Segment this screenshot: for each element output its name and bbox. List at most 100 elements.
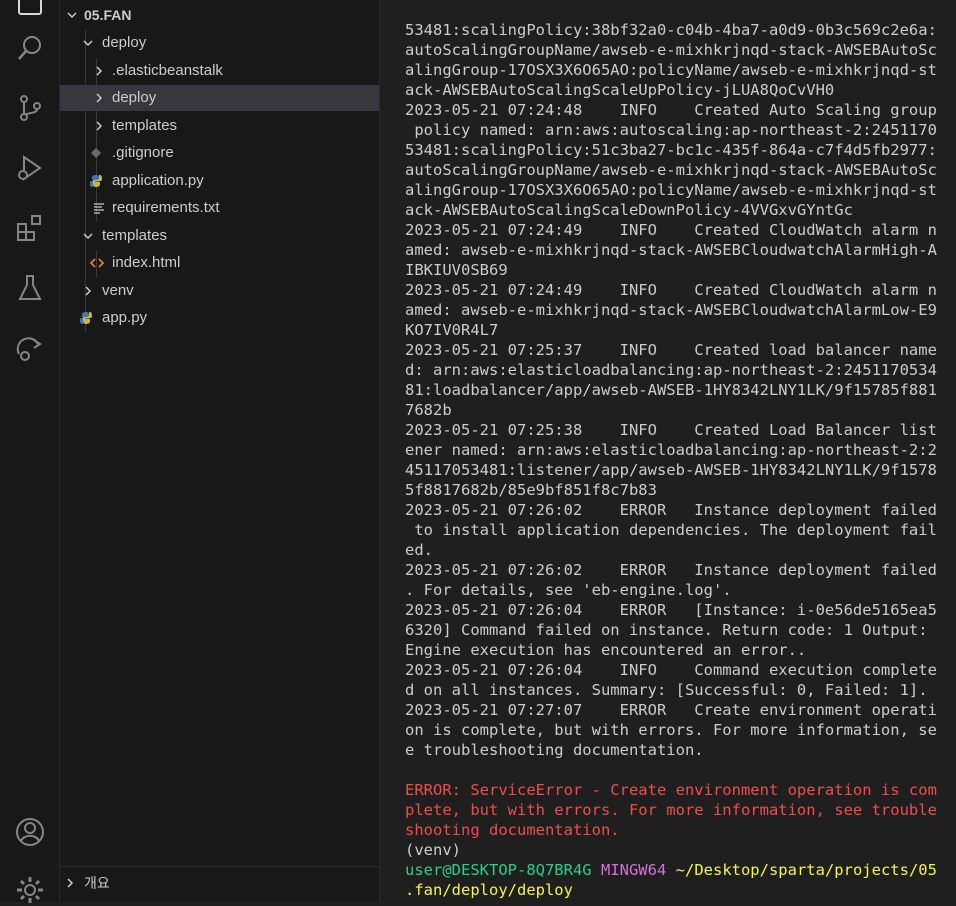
terminal-line: ack-AWSEBAutoScalingScaleUpPolicy-jLUA8Q… (405, 81, 835, 99)
terminal-line: on is complete, but with errors. For mor… (405, 721, 937, 739)
chevron-right-icon (91, 113, 107, 139)
terminal-prompt-continued: .fan/deploy/deploy (405, 880, 937, 900)
tree-item-label: app.py (102, 309, 148, 326)
terminal-error-line: shooting documentation. (405, 821, 620, 839)
terminal-line: 2023-05-21 07:26:04 INFO Command executi… (405, 661, 937, 679)
terminal-prompt: user@DESKTOP-8Q7BR4G MINGW64 ~/Desktop/s… (405, 860, 937, 880)
terminal-line: 2023-05-21 07:25:38 INFO Created Load Ba… (405, 421, 937, 439)
terminal-line: IBKIUV0SB69 (405, 261, 508, 279)
terminal-line: 6320] Command failed on instance. Return… (405, 621, 928, 639)
tree-item-label: 05.FAN (84, 7, 132, 23)
tree-item-label: deploy (102, 34, 147, 51)
text-file-icon (91, 195, 107, 221)
terminal-line: amed: awseb-e-mixhkrjnqd-stack-AWSEBClou… (405, 241, 937, 259)
terminal-line: 53481:scalingPolicy:51c3ba27-bc1c-435f-8… (405, 141, 937, 159)
terminal-line: 2023-05-21 07:24:49 INFO Created CloudWa… (405, 281, 937, 299)
terminal-line: 2023-05-21 07:26:02 ERROR Instance deplo… (405, 561, 937, 579)
terminal-line: e troubleshooting documentation. (405, 741, 704, 759)
workspace-root-folder[interactable]: 05.FAN (60, 2, 379, 28)
accounts-icon[interactable] (14, 816, 46, 848)
terminal-line: 53481:scalingPolicy:38bf32a0-c04b-4ba7-a… (405, 21, 937, 39)
prompt-path-continued: .fan/deploy/deploy (405, 881, 573, 899)
terminal-line: to install application dependencies. The… (405, 521, 937, 539)
tree-folder-deploy-nested[interactable]: deploy (60, 85, 379, 111)
terminal-line: d: arn:aws:elasticloadbalancing:ap-north… (405, 361, 937, 379)
prompt-system: MINGW64 (600, 861, 667, 879)
tree-item-label: .gitignore (112, 144, 174, 161)
tree-folder-templates-root[interactable]: templates (60, 223, 379, 249)
terminal-line: 2023-05-21 07:26:02 ERROR Instance deplo… (405, 501, 937, 519)
terminal-line: alingGroup-17OSX3X6O65AO:policyName/awse… (405, 181, 937, 199)
chevron-right-icon (91, 58, 107, 84)
terminal-line: policy named: arn:aws:autoscaling:ap-nor… (405, 121, 937, 139)
terminal-output: 53481:scalingPolicy:38bf32a0-c04b-4ba7-a… (405, 20, 937, 900)
prompt-user-host: user@DESKTOP-8Q7BR4G (405, 861, 592, 879)
prompt-path: ~/Desktop/sparta/projects/05 (675, 861, 937, 879)
outline-label: 개요 (84, 875, 110, 891)
tree-item-label: application.py (112, 172, 204, 189)
terminal-line: . For details, see 'eb-engine.log'. (405, 581, 732, 599)
terminal-error-line: ERROR: ServiceError - Create environment… (405, 781, 937, 799)
chevron-down-icon (80, 30, 96, 56)
python-file-icon (88, 168, 104, 194)
search-icon[interactable] (14, 32, 46, 64)
tree-item-label: .elasticbeanstalk (112, 62, 223, 79)
run-debug-icon[interactable] (14, 152, 46, 184)
terminal-line: ack-AWSEBAutoScalingScaleDownPolicy-4VVG… (405, 201, 853, 219)
tree-item-label: index.html (112, 254, 181, 271)
tree-item-label: templates (112, 117, 178, 134)
terminal-line: 2023-05-21 07:26:04 ERROR [Instance: i-0… (405, 601, 937, 619)
terminal-line: 2023-05-21 07:25:37 INFO Created load ba… (405, 341, 937, 359)
chevron-down-icon (64, 2, 80, 28)
tree-folder-deploy[interactable]: deploy (60, 30, 379, 56)
remote-explorer-icon[interactable] (14, 332, 46, 364)
activity-bar (0, 0, 60, 903)
terminal-panel[interactable]: 53481:scalingPolicy:38bf32a0-c04b-4ba7-a… (381, 0, 956, 902)
terminal-line: ener named: arn:aws:elasticloadbalancing… (405, 441, 937, 459)
explorer-panel: 05.FAN deploy .elasticbeanstalk deploy t… (60, 0, 380, 902)
python-file-icon (78, 305, 94, 331)
explorer-icon[interactable] (14, 0, 46, 18)
terminal-line: d on all instances. Summary: [Successful… (405, 681, 928, 699)
chevron-down-icon (80, 223, 96, 249)
tree-file-gitignore[interactable]: .gitignore (60, 140, 379, 166)
terminal-line: 2023-05-21 07:27:07 ERROR Create environ… (405, 701, 937, 719)
tree-folder-elasticbeanstalk[interactable]: .elasticbeanstalk (60, 58, 379, 84)
terminal-line: (venv) (405, 841, 461, 859)
tree-item-label: requirements.txt (112, 199, 220, 216)
tree-file-application-py[interactable]: application.py (60, 168, 379, 194)
tree-folder-venv[interactable]: venv (60, 278, 379, 304)
terminal-line: 5f8817682b/85e9bf851f8c7b83 (405, 481, 657, 499)
terminal-line: ed. (405, 541, 433, 559)
outline-section-header[interactable]: 개요 (60, 866, 379, 903)
terminal-line: 2023-05-21 07:24:48 INFO Created Auto Sc… (405, 101, 937, 119)
terminal-line: autoScalingGroupName/awseb-e-mixhkrjnqd-… (405, 41, 937, 59)
tree-folder-templates[interactable]: templates (60, 113, 379, 139)
git-file-icon (88, 140, 104, 166)
tree-item-label: deploy (112, 89, 157, 106)
settings-gear-icon[interactable] (14, 874, 46, 906)
terminal-error-line: plete, but with errors. For more informa… (405, 801, 937, 819)
terminal-line: 45117053481:listener/app/awseb-AWSEB-1HY… (405, 461, 937, 479)
terminal-line: KO7IV0R4L7 (405, 321, 499, 339)
extensions-icon[interactable] (14, 212, 46, 244)
tree-file-app-py[interactable]: app.py (60, 305, 379, 331)
terminal-line: 2023-05-21 07:24:49 INFO Created CloudWa… (405, 221, 937, 239)
terminal-line: autoScalingGroupName/awseb-e-mixhkrjnqd-… (405, 161, 937, 179)
chevron-right-icon (91, 85, 107, 111)
testing-icon[interactable] (14, 272, 46, 304)
terminal-line: alingGroup-17OSX3X6O65AO:policyName/awse… (405, 61, 937, 79)
html-file-icon (89, 250, 105, 276)
terminal-line: Engine execution has encountered an erro… (405, 641, 807, 659)
tree-file-index-html[interactable]: index.html (60, 250, 379, 276)
tree-item-label: templates (102, 227, 168, 244)
chevron-right-icon (64, 876, 76, 892)
terminal-line: amed: awseb-e-mixhkrjnqd-stack-AWSEBClou… (405, 301, 937, 319)
tree-item-label: venv (102, 282, 134, 299)
chevron-right-icon (80, 278, 96, 304)
tree-file-requirements-txt[interactable]: requirements.txt (60, 195, 379, 221)
terminal-line: 7682b (405, 401, 452, 419)
source-control-icon[interactable] (14, 92, 46, 124)
terminal-line: 81:loadbalancer/app/awseb-AWSEB-1HY8342L… (405, 381, 937, 399)
